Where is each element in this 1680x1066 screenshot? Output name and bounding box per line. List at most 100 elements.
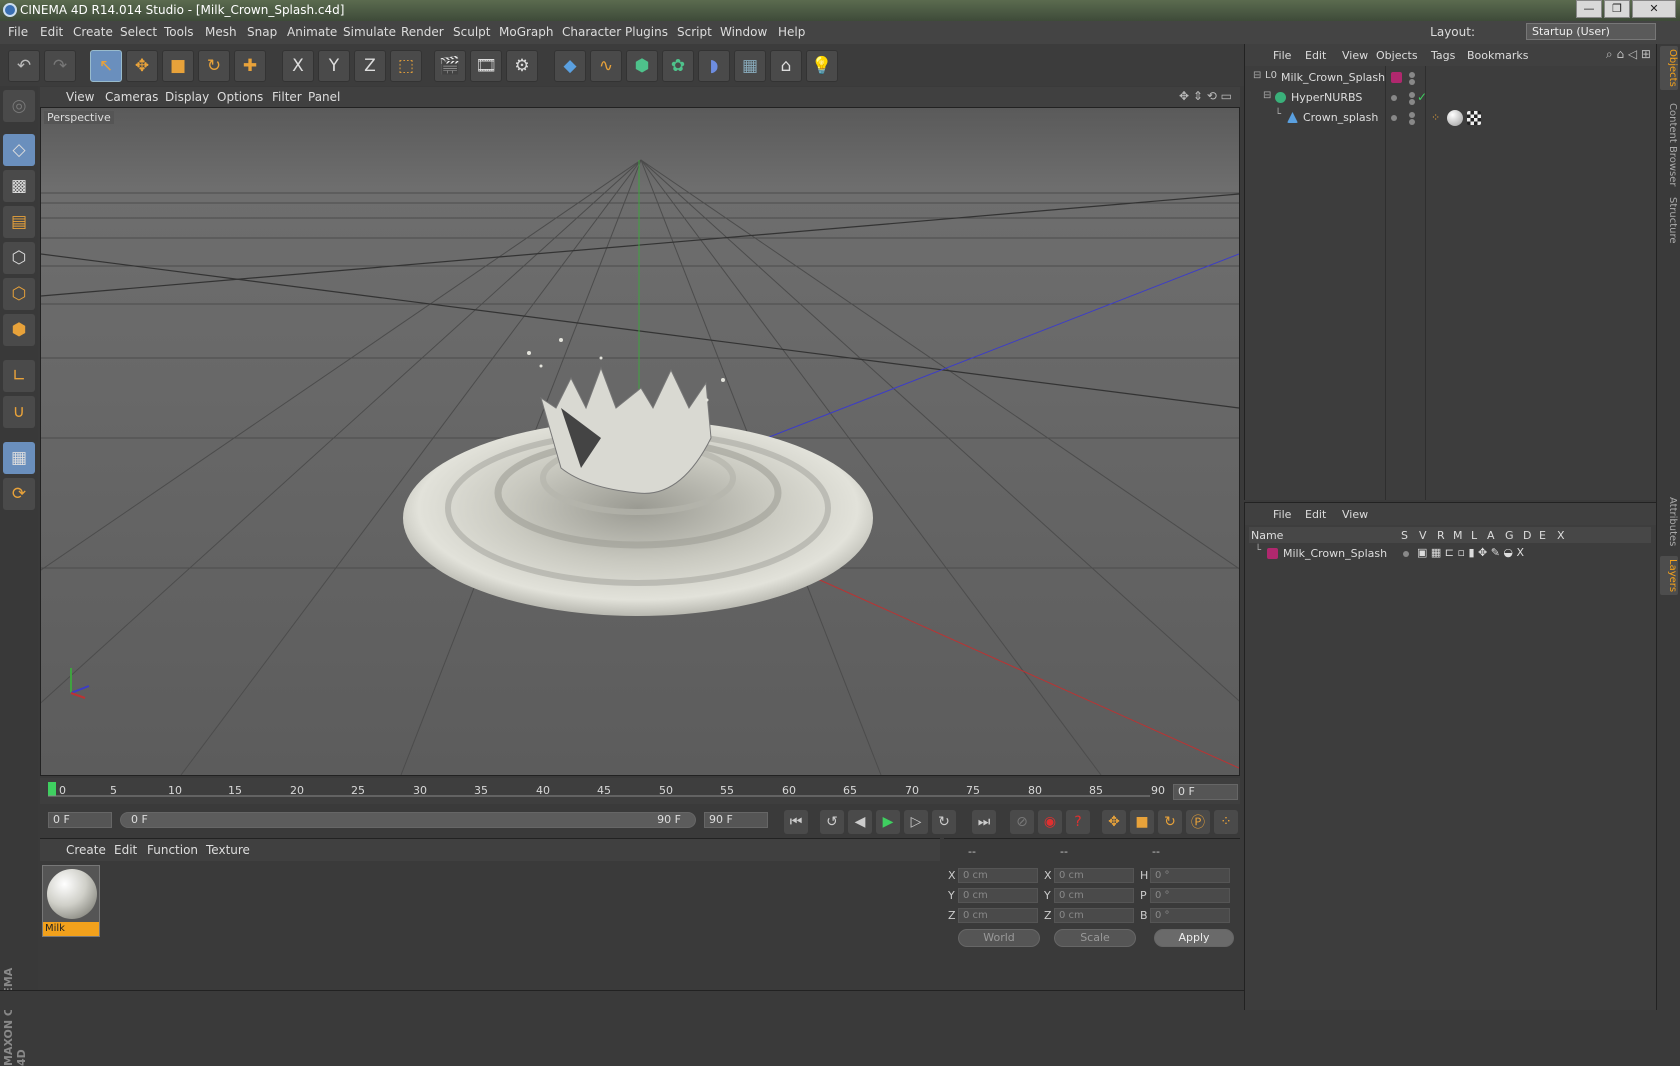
layer-col-render[interactable]: R xyxy=(1437,529,1445,542)
edit-render-settings-icon[interactable]: ⚙ xyxy=(506,50,538,82)
layer-col-deformers[interactable]: D xyxy=(1523,529,1531,542)
menu-character[interactable]: Character xyxy=(562,25,621,39)
make-editable-icon[interactable]: ◎ xyxy=(3,90,35,122)
menu-render[interactable]: Render xyxy=(401,25,444,39)
close-button[interactable]: ✕ xyxy=(1632,0,1676,18)
position-z-field[interactable]: 0 cm xyxy=(958,908,1038,923)
tab-structure[interactable]: Structure xyxy=(1660,194,1678,247)
object-row-milk-crown-splash[interactable]: ⊟ L0 Milk_Crown_Splash xyxy=(1245,68,1657,88)
rotation-h-field[interactable]: 0 ° xyxy=(1150,868,1230,883)
object-row-crown-splash[interactable]: └ Crown_splash ⁘ xyxy=(1245,108,1657,128)
menu-snap[interactable]: Snap xyxy=(247,25,277,39)
scale-dropdown[interactable]: Scale xyxy=(1054,929,1136,947)
material-tag-icon[interactable] xyxy=(1447,110,1463,126)
uvw-tag-icon[interactable] xyxy=(1467,111,1481,125)
viewport-menu-panel[interactable]: Panel xyxy=(308,90,340,104)
light-icon[interactable]: 💡 xyxy=(806,50,838,82)
workplane-lock-icon[interactable]: ▦ xyxy=(3,442,35,474)
previous-key-icon[interactable]: ↺ xyxy=(820,810,844,834)
object-row-hypernurbs[interactable]: ⊟ HyperNURBS ✓ xyxy=(1245,88,1657,108)
go-to-start-icon[interactable]: ⏮ xyxy=(784,810,808,834)
viewport-menu-filter[interactable]: Filter xyxy=(272,90,302,104)
viewport-menu-cameras[interactable]: Cameras xyxy=(105,90,158,104)
end-frame-field[interactable]: 90 F xyxy=(704,812,768,828)
layer-col-solo[interactable]: S xyxy=(1401,529,1408,542)
menu-tools[interactable]: Tools xyxy=(164,25,194,39)
z-axis-icon[interactable]: Z xyxy=(354,50,386,82)
position-y-field[interactable]: 0 cm xyxy=(958,888,1038,903)
record-point-level-icon[interactable]: ⁘ xyxy=(1214,810,1238,834)
rotation-b-field[interactable]: 0 ° xyxy=(1150,908,1230,923)
menu-simulate[interactable]: Simulate xyxy=(343,25,396,39)
previous-frame-icon[interactable]: ◀ xyxy=(848,810,872,834)
menu-plugins[interactable]: Plugins xyxy=(625,25,668,39)
spline-icon[interactable]: ∿ xyxy=(590,50,622,82)
layer-menu-edit[interactable]: Edit xyxy=(1305,508,1326,521)
polygons-mode-icon[interactable]: ⬢ xyxy=(3,314,35,346)
menu-select[interactable]: Select xyxy=(120,25,157,39)
axis-mode-icon[interactable]: ∟ xyxy=(3,360,35,392)
layer-col-name[interactable]: Name xyxy=(1251,529,1283,542)
object-menu-file[interactable]: File xyxy=(1273,49,1291,62)
start-frame-field[interactable]: 0 F xyxy=(48,812,112,828)
layer-menu-file[interactable]: File xyxy=(1273,508,1291,521)
menu-create[interactable]: Create xyxy=(73,25,113,39)
keyframe-selection-icon[interactable]: ? xyxy=(1066,810,1090,834)
record-rotation-icon[interactable]: ↻ xyxy=(1158,810,1182,834)
texture-mode-icon[interactable]: ▩ xyxy=(3,170,35,202)
snap-icon[interactable]: ∪ xyxy=(3,396,35,428)
play-icon[interactable]: ▶ xyxy=(876,810,900,834)
render-picture-viewer-icon[interactable]: 🎞 xyxy=(470,50,502,82)
tab-objects[interactable]: Objects xyxy=(1660,46,1678,90)
workplane-mode-icon[interactable]: ▤ xyxy=(3,206,35,238)
enabled-check-icon[interactable]: ✓ xyxy=(1417,90,1427,104)
layer-col-generators[interactable]: G xyxy=(1505,529,1514,542)
add-icon[interactable]: ✚ xyxy=(234,50,266,82)
tab-attributes[interactable]: Attributes xyxy=(1660,494,1678,549)
live-selection-icon[interactable]: ↖ xyxy=(90,50,122,82)
auto-key-icon[interactable]: ◉ xyxy=(1038,810,1062,834)
current-frame-field[interactable]: 0 F xyxy=(1173,784,1238,800)
viewport-menu-display[interactable]: Display xyxy=(165,90,209,104)
menu-animate[interactable]: Animate xyxy=(287,25,337,39)
minimize-button[interactable]: — xyxy=(1576,0,1602,18)
material-menu-edit[interactable]: Edit xyxy=(114,843,137,857)
redo-icon[interactable]: ↷ xyxy=(44,50,76,82)
cube-icon[interactable]: ◆ xyxy=(554,50,586,82)
menu-mesh[interactable]: Mesh xyxy=(205,25,237,39)
tab-layers[interactable]: Layers xyxy=(1660,556,1678,596)
next-key-icon[interactable]: ↻ xyxy=(932,810,956,834)
move-icon[interactable]: ✥ xyxy=(126,50,158,82)
range-slider[interactable]: 0 F 90 F xyxy=(120,812,696,828)
edges-mode-icon[interactable]: ⬡ xyxy=(3,278,35,310)
layer-col-view[interactable]: V xyxy=(1419,529,1427,542)
world-dropdown[interactable]: World xyxy=(958,929,1040,947)
menu-mograph[interactable]: MoGraph xyxy=(499,25,554,39)
record-parameter-icon[interactable]: Ⓟ xyxy=(1186,810,1210,834)
object-menu-view[interactable]: View xyxy=(1342,49,1368,62)
array-icon[interactable]: ✿ xyxy=(662,50,694,82)
tab-content-browser[interactable]: Content Browser xyxy=(1660,100,1678,189)
record-keys-icon[interactable]: ⊘ xyxy=(1010,810,1034,834)
material-menu-function[interactable]: Function xyxy=(147,843,198,857)
undo-icon[interactable]: ↶ xyxy=(8,50,40,82)
layer-col-manager[interactable]: M xyxy=(1453,529,1463,542)
position-x-field[interactable]: 0 cm xyxy=(958,868,1038,883)
viewport-menu-view[interactable]: View xyxy=(66,90,94,104)
layer-col-xref[interactable]: X xyxy=(1557,529,1565,542)
layer-col-animation[interactable]: A xyxy=(1487,529,1495,542)
next-frame-icon[interactable]: ▷ xyxy=(904,810,928,834)
camera-icon[interactable]: ⌂ xyxy=(770,50,802,82)
layer-col-expressions[interactable]: E xyxy=(1539,529,1546,542)
menu-sculpt[interactable]: Sculpt xyxy=(453,25,490,39)
material-menu-texture[interactable]: Texture xyxy=(206,843,250,857)
object-menu-bookmarks[interactable]: Bookmarks xyxy=(1467,49,1528,62)
viewport-nav-icons[interactable]: ✥ ⇕ ⟲ ▭ xyxy=(1179,89,1232,103)
layer-row-milk-crown-splash[interactable]: └ Milk_Crown_Splash ▣ ▦ ⊏ ▫ ▮ ✥ ✎ ◒ X xyxy=(1245,544,1657,564)
points-mode-icon[interactable]: ⬡ xyxy=(3,242,35,274)
rotation-p-field[interactable]: 0 ° xyxy=(1150,888,1230,903)
layout-select[interactable]: Startup (User) xyxy=(1526,23,1656,40)
phong-tag-icon[interactable]: ⁘ xyxy=(1431,111,1440,124)
locked-workplane-icon[interactable]: ⟳ xyxy=(3,478,35,510)
y-axis-icon[interactable]: Y xyxy=(318,50,350,82)
